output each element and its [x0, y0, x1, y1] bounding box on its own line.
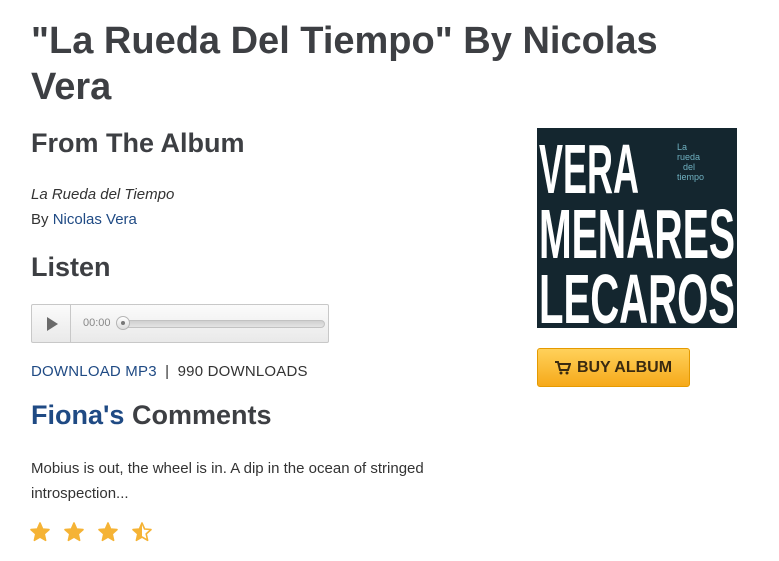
star-full-icon: [30, 522, 50, 542]
star-half-icon: [132, 522, 152, 542]
artist-line: By Nicolas Vera: [31, 211, 137, 228]
comment-author: Fiona's: [31, 400, 125, 430]
download-mp3-link[interactable]: DOWNLOAD MP3: [31, 363, 157, 380]
from-album-heading: From The Album: [31, 128, 245, 158]
downloads-count: 990 DOWNLOADS: [177, 363, 308, 380]
buy-album-button[interactable]: BUY ALBUM: [537, 348, 690, 387]
comment-text: Mobius is out, the wheel is in. A dip in…: [31, 460, 424, 502]
playback-time: 00:00: [83, 317, 111, 329]
seek-bar[interactable]: [116, 316, 325, 330]
album-name: La Rueda del Tiempo: [31, 186, 175, 203]
comments-heading-suffix: Comments: [131, 400, 272, 430]
album-cover[interactable]: VERA MENARES LECAROS La rueda del tiempo: [537, 128, 737, 328]
seek-handle[interactable]: [116, 316, 130, 330]
cover-word-3: LECAROS: [539, 260, 735, 328]
cover-subtitle-line-4: tiempo: [677, 172, 704, 182]
star-full-icon: [98, 522, 118, 542]
album-cover-art: VERA MENARES LECAROS La rueda del tiempo: [537, 128, 737, 328]
star-full-icon: [64, 522, 84, 542]
by-prefix: By: [31, 211, 49, 228]
cover-subtitle-line-1: La: [677, 142, 687, 152]
cover-subtitle-line-3: del: [683, 162, 695, 172]
play-icon: [47, 316, 58, 331]
page-title: "La Rueda Del Tiempo" By Nicolas Vera: [31, 20, 658, 108]
audio-player: 00:00: [31, 304, 329, 343]
star-rating: [30, 522, 152, 542]
listen-heading: Listen: [31, 252, 111, 282]
cover-subtitle-line-2: rueda: [677, 152, 700, 162]
shopping-cart-icon: [554, 360, 571, 374]
buy-album-label: BUY ALBUM: [576, 358, 673, 376]
comments-heading: Fiona's Comments: [31, 400, 271, 431]
separator: |: [165, 363, 170, 380]
artist-link[interactable]: Nicolas Vera: [53, 211, 137, 228]
download-row: DOWNLOAD MP3 | 990 DOWNLOADS: [31, 363, 308, 380]
play-button[interactable]: [32, 305, 71, 342]
